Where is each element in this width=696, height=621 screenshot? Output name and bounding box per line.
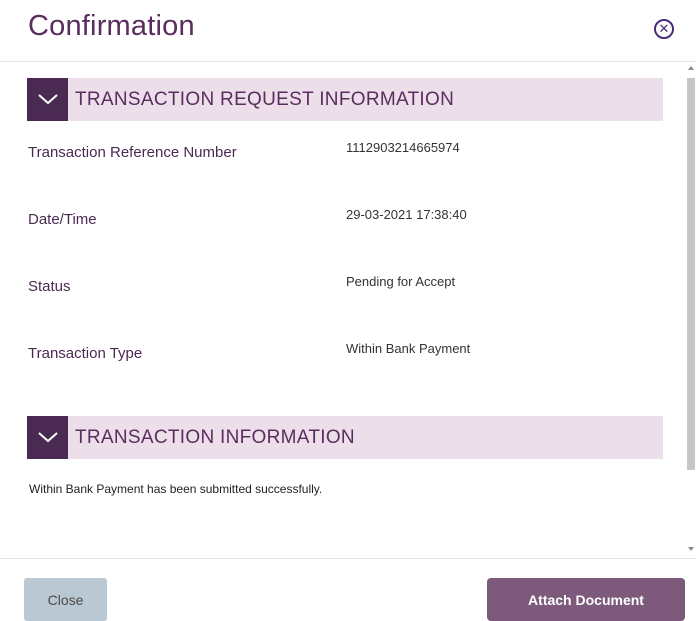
status-label: Status <box>28 278 71 295</box>
scroll-down-icon[interactable] <box>688 547 694 551</box>
close-button[interactable]: Close <box>24 578 107 621</box>
transaction-reference-label: Transaction Reference Number <box>28 144 237 161</box>
scrollbar-thumb[interactable] <box>687 78 695 470</box>
transaction-reference-value: 1112903214665974 <box>346 140 460 155</box>
close-icon[interactable]: ✕ <box>654 19 674 39</box>
transaction-type-label: Transaction Type <box>28 345 143 362</box>
date-time-label: Date/Time <box>28 211 97 228</box>
attach-document-button[interactable]: Attach Document <box>487 578 685 621</box>
footer-divider <box>0 558 696 559</box>
dialog-header: Confirmation ✕ <box>0 0 696 62</box>
scroll-up-icon[interactable] <box>688 66 694 70</box>
dialog-title: Confirmation <box>28 10 195 42</box>
transaction-type-value: Within Bank Payment <box>346 341 471 356</box>
success-message: Within Bank Payment has been submitted s… <box>29 482 323 496</box>
dialog-body: TRANSACTION REQUEST INFORMATION Transact… <box>0 62 696 558</box>
section-header-request-info[interactable]: TRANSACTION REQUEST INFORMATION <box>27 78 663 121</box>
section-title: TRANSACTION REQUEST INFORMATION <box>75 89 455 110</box>
chevron-down-icon[interactable] <box>27 416 68 459</box>
chevron-down-icon[interactable] <box>27 78 68 121</box>
confirmation-dialog: Confirmation ✕ TRANSACTION REQUEST INFOR… <box>0 0 696 621</box>
date-time-value: 29-03-2021 17:38:40 <box>346 207 467 222</box>
section-header-transaction-info[interactable]: TRANSACTION INFORMATION <box>27 416 663 459</box>
section-title: TRANSACTION INFORMATION <box>75 427 355 448</box>
status-value: Pending for Accept <box>346 274 456 289</box>
